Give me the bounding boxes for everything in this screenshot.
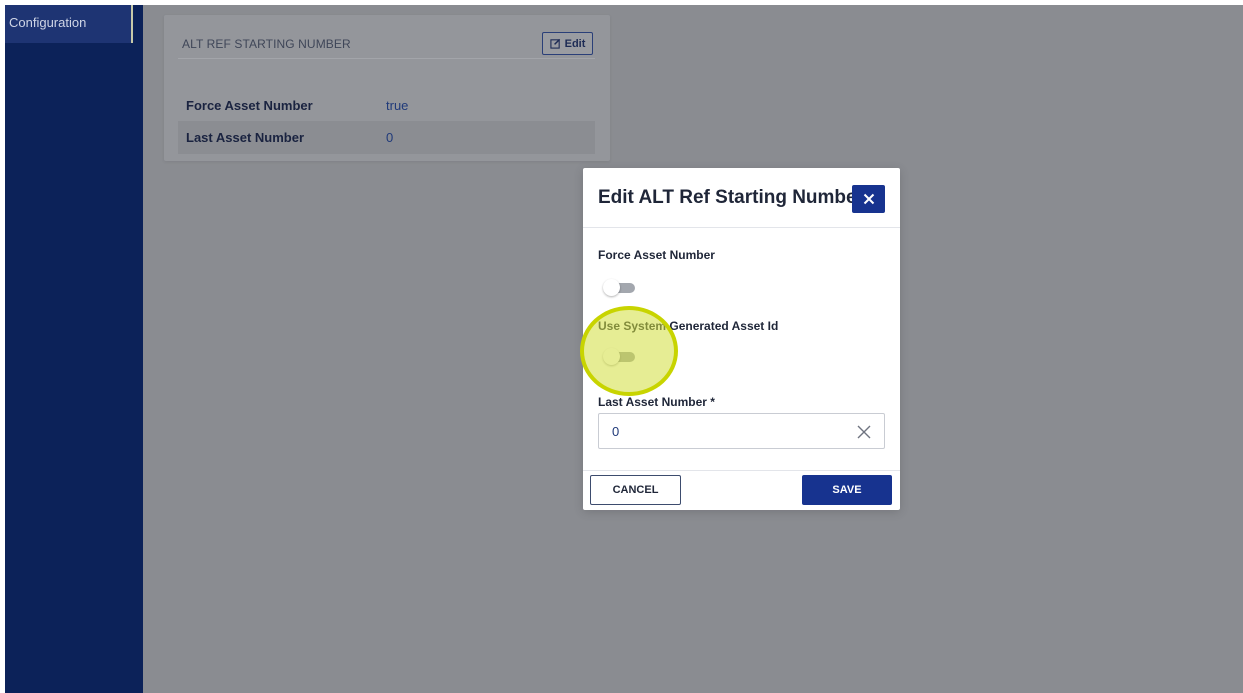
close-icon [863, 193, 874, 205]
sidebar-item-configuration[interactable]: Configuration [5, 5, 133, 43]
edit-button[interactable]: Edit [542, 32, 593, 55]
row-value: true [386, 98, 409, 113]
modal-footer-divider [583, 470, 900, 471]
card-row-last-asset-number: Last Asset Number 0 [178, 121, 595, 154]
app-frame: Configuration ALT REF STARTING NUMBER Ed… [5, 5, 1243, 693]
card-header: ALT REF STARTING NUMBER Edit [178, 15, 595, 59]
edit-button-label: Edit [564, 37, 586, 50]
card-title: ALT REF STARTING NUMBER [182, 37, 351, 51]
edit-modal: Edit ALT Ref Starting Number Force Asset… [583, 168, 900, 510]
cancel-button[interactable]: CANCEL [590, 475, 681, 505]
toggle-knob [603, 279, 620, 296]
pencil-square-icon [549, 38, 560, 49]
sidebar: Configuration [5, 5, 143, 693]
last-asset-number-label: Last Asset Number * [598, 395, 715, 409]
row-label: Last Asset Number [186, 130, 304, 145]
row-value: 0 [386, 130, 394, 145]
close-button[interactable] [852, 185, 885, 213]
modal-title: Edit ALT Ref Starting Number [598, 187, 864, 208]
clear-icon[interactable] [855, 423, 873, 441]
settings-card: ALT REF STARTING NUMBER Edit Force Asset… [164, 15, 610, 161]
save-button[interactable]: SAVE [802, 475, 892, 505]
last-asset-number-input[interactable]: 0 [598, 413, 885, 449]
force-asset-number-toggle[interactable] [603, 279, 639, 297]
modal-header: Edit ALT Ref Starting Number [583, 168, 900, 228]
row-label: Force Asset Number [186, 98, 313, 113]
use-system-generated-label: Use System Generated Asset Id [598, 319, 779, 333]
use-system-generated-toggle[interactable] [603, 348, 639, 366]
card-row-force-asset-number: Force Asset Number true [178, 89, 595, 122]
input-value: 0 [612, 424, 620, 439]
toggle-knob [603, 348, 620, 365]
force-asset-number-label: Force Asset Number [598, 248, 715, 262]
